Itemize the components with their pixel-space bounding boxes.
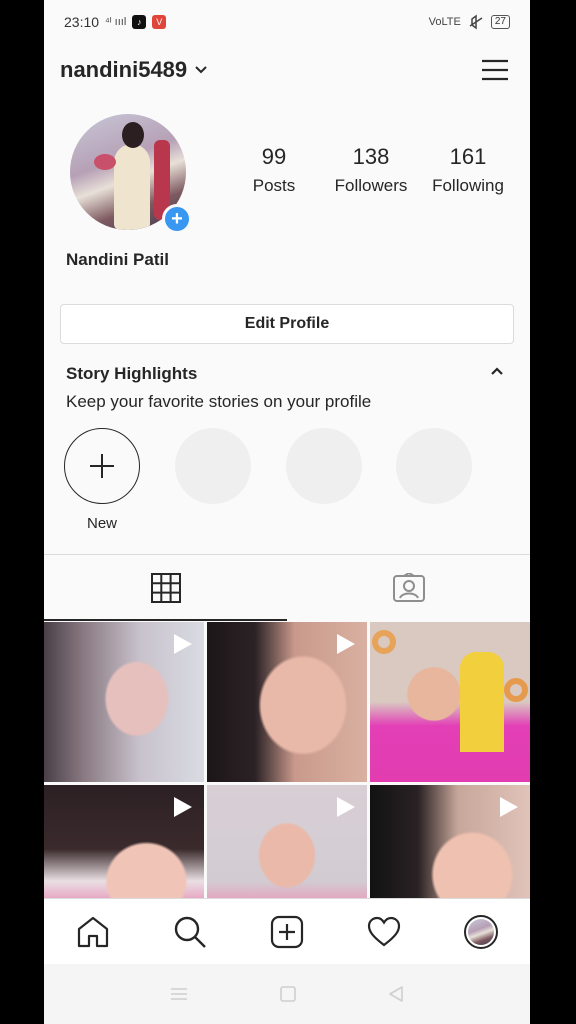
video-play-icon	[337, 634, 355, 654]
plus-icon	[90, 454, 114, 478]
stat-label: Following	[432, 176, 504, 195]
posts-grid	[44, 622, 530, 898]
hamburger-menu-icon[interactable]	[480, 58, 510, 82]
account-switcher[interactable]: nandini5489	[60, 57, 207, 83]
menu-lines-icon[interactable]	[169, 986, 189, 1002]
post-thumbnail[interactable]	[44, 785, 204, 898]
profile-tabs	[44, 555, 530, 621]
profile-header: nandini5489	[44, 44, 530, 96]
activity-heart-icon	[368, 916, 401, 946]
video-play-icon	[174, 634, 192, 654]
post-thumbnail[interactable]	[370, 622, 530, 782]
back-triangle-icon[interactable]	[387, 985, 405, 1003]
home-square-icon[interactable]	[279, 985, 297, 1003]
search-icon	[174, 916, 206, 948]
edit-profile-button[interactable]: Edit Profile	[60, 304, 514, 344]
nav-new-post[interactable]	[267, 912, 307, 952]
posts-count[interactable]: 99 Posts	[226, 144, 322, 196]
tab-posts-grid[interactable]	[44, 555, 287, 621]
profile-full-name: Nandini Patil	[66, 250, 169, 269]
empty-highlight-placeholder	[396, 428, 472, 504]
video-play-icon	[500, 797, 518, 817]
post-thumbnail[interactable]	[44, 622, 204, 782]
profile-stats: 99 Posts 138 Followers 161 Following	[226, 144, 516, 196]
video-play-icon	[174, 797, 192, 817]
stat-label: Posts	[252, 176, 296, 195]
signal-icon: ⁴ᴵ ıııl	[105, 16, 127, 28]
stat-value: 161	[449, 144, 487, 169]
new-highlight-button[interactable]	[64, 428, 140, 504]
grid-icon	[150, 573, 181, 603]
instagram-profile-screen: 23:10 ⁴ᴵ ıııl ♪ V VoLTE 27 nandini5489 +	[44, 0, 530, 1024]
nav-profile[interactable]	[461, 912, 501, 952]
new-highlight-label: New	[86, 515, 117, 532]
following-count[interactable]: 161 Following	[420, 144, 516, 196]
nav-home[interactable]	[73, 912, 113, 952]
android-navigation-bar	[44, 964, 530, 1024]
add-post-icon	[270, 915, 304, 948]
video-play-icon	[337, 797, 355, 817]
stat-label: Followers	[334, 176, 408, 195]
status-time: 23:10	[64, 14, 100, 30]
empty-highlight-placeholder	[286, 428, 362, 504]
nav-search[interactable]	[170, 912, 210, 952]
stat-value: 99	[261, 144, 287, 169]
stat-value: 138	[352, 144, 390, 169]
post-thumbnail[interactable]	[207, 622, 367, 782]
highlights-title: Story Highlights	[66, 364, 198, 383]
home-icon	[77, 916, 108, 947]
mute-icon	[469, 14, 483, 30]
profile-avatar-small	[464, 914, 499, 949]
vivaldi-notification-icon: V	[152, 15, 167, 29]
add-story-button[interactable]: +	[162, 204, 192, 234]
status-bar: 23:10 ⁴ᴵ ıııl ♪ V VoLTE 27	[44, 0, 530, 44]
tagged-icon	[392, 573, 425, 602]
empty-highlight-placeholder	[175, 428, 251, 504]
post-thumbnail[interactable]	[370, 785, 530, 898]
nav-activity[interactable]	[364, 912, 404, 952]
followers-count[interactable]: 138 Followers	[323, 144, 419, 196]
username-title: nandini5489	[60, 57, 188, 82]
chevron-down-icon	[195, 66, 207, 74]
post-thumbnail[interactable]	[207, 785, 367, 898]
volte-icon: VoLTE	[428, 16, 461, 28]
tiktok-notification-icon: ♪	[132, 15, 147, 29]
highlights-subtitle: Keep your favorite stories on your profi…	[66, 392, 372, 411]
bottom-navigation	[44, 898, 530, 964]
chevron-up-icon[interactable]	[490, 366, 504, 376]
tab-tagged[interactable]	[287, 555, 530, 621]
battery-indicator: 27	[490, 15, 510, 29]
